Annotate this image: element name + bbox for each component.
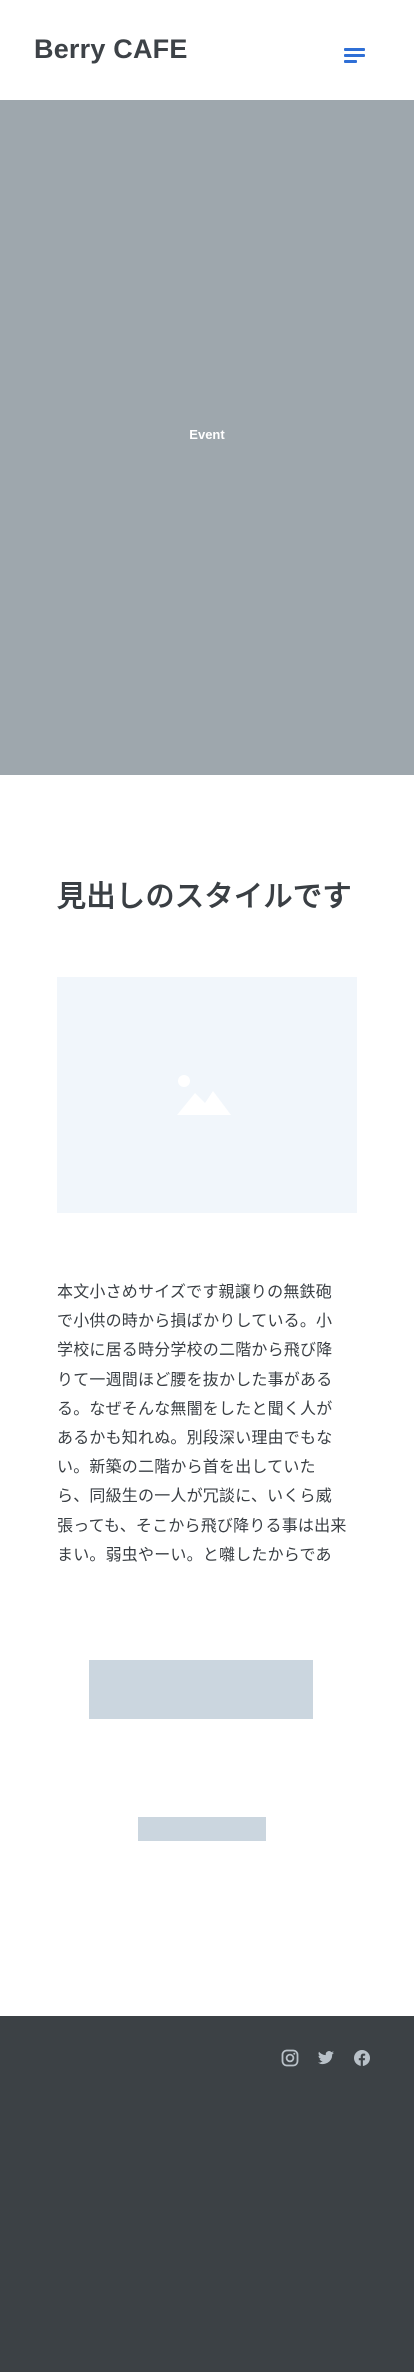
body-line: 張っても、そこから飛び降りる事は出来: [57, 1515, 347, 1535]
instagram-icon[interactable]: [281, 2049, 299, 2067]
primary-button[interactable]: [89, 1660, 313, 1719]
hero-label: Event: [189, 427, 225, 442]
image-placeholder-icon: [177, 1075, 231, 1115]
hero-banner: Event: [0, 100, 414, 775]
site-header: Berry CAFE: [0, 0, 414, 100]
image-placeholder: [57, 977, 357, 1213]
facebook-icon[interactable]: [353, 2049, 371, 2067]
menu-line: [344, 54, 365, 57]
body-line: まい。弱虫やーい。と囃したからであ: [57, 1544, 332, 1564]
body-line: ら、同級生の一人が冗談に、いくら威: [57, 1486, 332, 1506]
body-line: 学校に居る時分学校の二階から飛び降: [57, 1340, 333, 1360]
body-text: 本文小さめサイズです親譲りの無鉄砲 で小供の時から損ばかりしている。小 学校に居…: [57, 1277, 347, 1569]
hamburger-menu-icon[interactable]: [338, 40, 372, 70]
body-line: あるかも知れぬ。別段深い理由でもな: [57, 1428, 333, 1448]
secondary-button[interactable]: [138, 1817, 266, 1841]
body-line: る。なぜそんな無闇をしたと聞く人が: [57, 1398, 333, 1418]
site-brand[interactable]: Berry CAFE: [34, 32, 188, 66]
body-line: い。新築の二階から首を出していた: [57, 1457, 316, 1477]
body-line: 本文小さめサイズです親譲りの無鉄砲: [57, 1282, 332, 1301]
body-line: りて一週間ほど腰を抜かした事がある: [57, 1369, 333, 1389]
body-line: で小供の時から損ばかりしている。小: [57, 1311, 333, 1331]
twitter-icon[interactable]: [317, 2049, 335, 2067]
section-heading: 見出しのスタイルです: [57, 879, 353, 913]
menu-line: [344, 48, 365, 51]
site-footer: [0, 2016, 414, 2372]
menu-line: [344, 60, 357, 63]
